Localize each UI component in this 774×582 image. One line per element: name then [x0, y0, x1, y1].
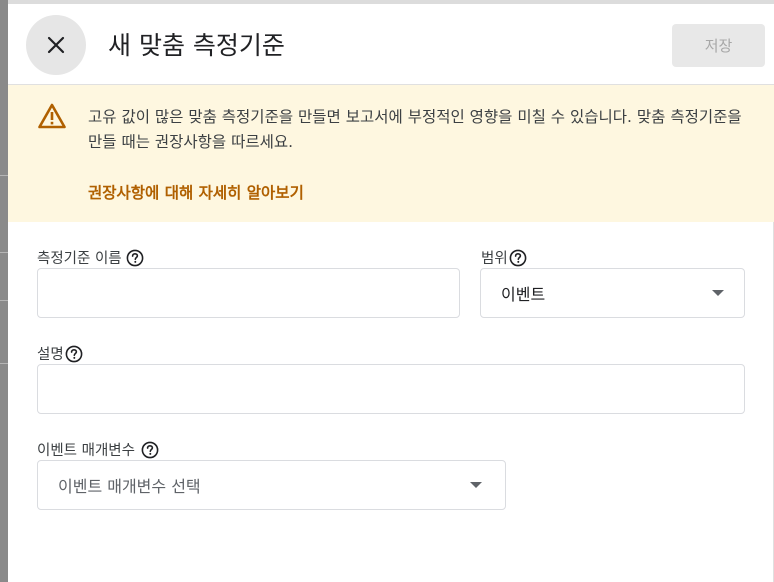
help-icon[interactable] — [65, 345, 83, 363]
event-parameter-select[interactable]: 이벤트 매개변수 선택 — [37, 460, 506, 510]
help-icon[interactable] — [509, 249, 527, 267]
warning-icon — [38, 103, 66, 129]
page: 새 맞춤 측정기준 저장 고유 값이 많은 맞춤 측정기준을 만들면 보고서에 … — [0, 0, 774, 582]
scope-label-text: 범위 — [481, 251, 508, 267]
event-parameter-placeholder: 이벤트 매개변수 선택 — [58, 477, 201, 496]
warning-banner: 고유 값이 많은 맞춤 측정기준을 만들면 보고서에 부정적인 영향을 미칠 수… — [8, 85, 774, 222]
background-divider — [0, 300, 8, 301]
warning-message: 고유 값이 많은 맞춤 측정기준을 만들면 보고서에 부정적인 영향을 미칠 수… — [88, 108, 742, 151]
close-button[interactable] — [26, 15, 86, 75]
scope-label: 범위 — [481, 247, 527, 268]
chevron-down-icon — [470, 482, 482, 488]
dimension-name-label: 측정기준 이름 — [37, 247, 144, 268]
background-divider — [0, 175, 8, 176]
event-parameter-label-text: 이벤트 매개변수 — [37, 443, 135, 459]
background-divider — [0, 252, 8, 253]
dimension-name-label-text: 측정기준 이름 — [37, 251, 122, 267]
event-parameter-label: 이벤트 매개변수 — [37, 439, 159, 460]
description-input[interactable] — [37, 364, 745, 414]
help-icon[interactable] — [141, 441, 159, 459]
page-title: 새 맞춤 측정기준 — [108, 31, 285, 60]
help-icon[interactable] — [126, 249, 144, 267]
dimension-name-input[interactable] — [37, 268, 460, 318]
chevron-down-icon — [712, 290, 724, 296]
new-custom-dimension-panel: 새 맞춤 측정기준 저장 고유 값이 많은 맞춤 측정기준을 만들면 보고서에 … — [8, 0, 774, 582]
learn-more-link[interactable]: 권장사항에 대해 자세히 알아보기 — [88, 181, 304, 203]
background-divider — [0, 363, 8, 364]
description-label: 설명 — [37, 343, 83, 364]
description-label-text: 설명 — [37, 347, 64, 363]
close-icon — [47, 36, 65, 54]
panel-header: 새 맞춤 측정기준 저장 — [8, 4, 774, 85]
save-button[interactable]: 저장 — [672, 24, 765, 67]
scope-select[interactable]: 이벤트 — [480, 268, 745, 318]
background-page-edge — [0, 0, 8, 582]
scope-selected-value: 이벤트 — [501, 285, 546, 304]
